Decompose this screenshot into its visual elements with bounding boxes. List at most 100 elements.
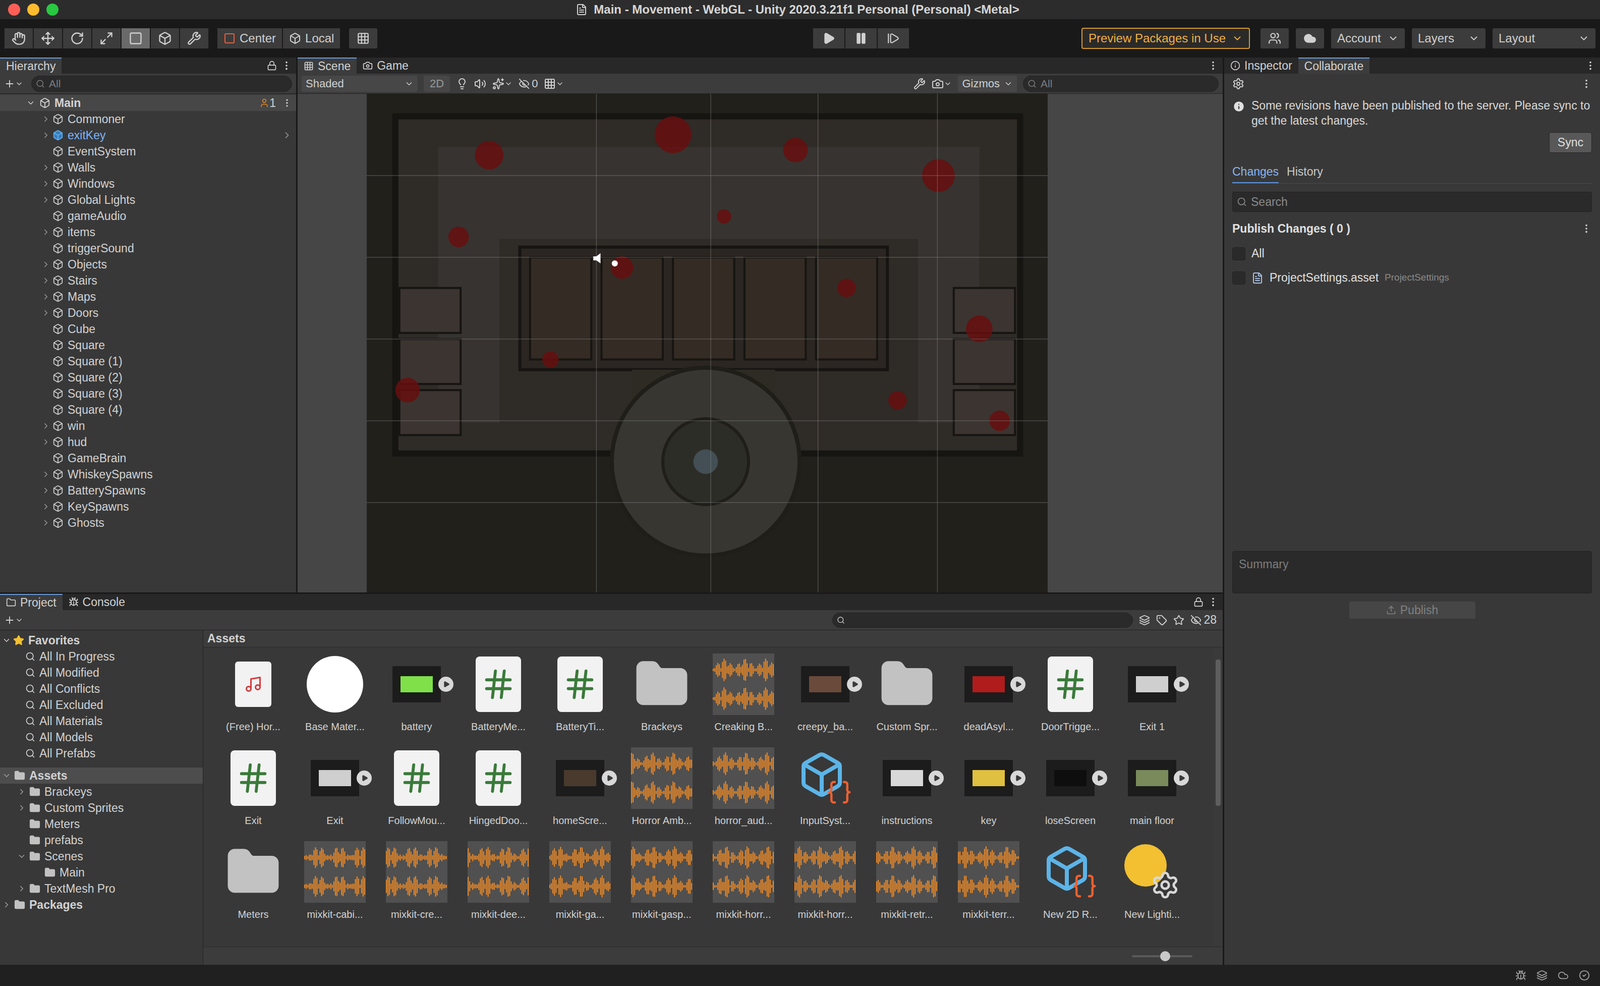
asset-item[interactable]: BatteryMe... bbox=[457, 653, 540, 748]
stack-icon[interactable] bbox=[1536, 969, 1548, 981]
asset-item[interactable]: FollowMou... bbox=[375, 747, 458, 841]
hierarchy-item[interactable]: Square bbox=[0, 336, 297, 354]
scene-menu-icon[interactable] bbox=[281, 97, 293, 108]
favorite-item[interactable]: All Prefabs bbox=[0, 745, 203, 762]
asset-item[interactable]: mixkit-dee... bbox=[457, 840, 540, 935]
asset-item[interactable]: creepy_ba... bbox=[784, 653, 867, 748]
scrollbar[interactable] bbox=[1213, 647, 1223, 947]
tools-icon[interactable] bbox=[913, 77, 926, 90]
hierarchy-item[interactable]: gameAudio bbox=[0, 207, 297, 224]
folder-row[interactable]: Assets bbox=[0, 767, 203, 784]
favorite-item[interactable]: All Conflicts bbox=[0, 680, 203, 697]
folder-row[interactable]: Brackeys bbox=[0, 783, 203, 800]
layers-dropdown[interactable]: Layers bbox=[1411, 27, 1487, 49]
asset-item[interactable]: homeScre... bbox=[539, 747, 621, 841]
asset-item[interactable]: main floor bbox=[1111, 747, 1193, 841]
favorite-item[interactable]: All In Progress bbox=[0, 648, 203, 665]
folder-row[interactable]: TextMesh Pro bbox=[0, 880, 203, 897]
asset-item[interactable]: HingedDoo... bbox=[457, 747, 540, 841]
panel-tab[interactable]: Hierarchy bbox=[0, 57, 62, 74]
asset-item[interactable]: deadAsyl... bbox=[947, 653, 1030, 748]
asset-item[interactable]: mixkit-gasp... bbox=[620, 840, 703, 935]
grid-snap-button[interactable] bbox=[348, 27, 378, 49]
change-row[interactable]: ProjectSettings.assetProjectSettings bbox=[1232, 265, 1592, 291]
favorite-item[interactable]: All Materials bbox=[0, 712, 203, 729]
summary-field[interactable]: Summary bbox=[1232, 550, 1592, 594]
change-row[interactable]: All bbox=[1232, 241, 1592, 266]
panel-tab[interactable]: Game bbox=[356, 57, 415, 74]
folder-row[interactable]: Main bbox=[0, 864, 203, 881]
asset-item[interactable]: Exit bbox=[294, 747, 376, 841]
scene-row[interactable]: Main1 bbox=[0, 94, 297, 111]
project-search[interactable] bbox=[832, 612, 1133, 628]
change-checkbox[interactable] bbox=[1232, 271, 1246, 285]
packages-button[interactable]: Preview Packages in Use bbox=[1081, 27, 1250, 49]
asset-item[interactable]: Exit bbox=[212, 747, 295, 841]
asset-item[interactable]: DoorTrigge... bbox=[1029, 653, 1112, 748]
asset-item[interactable]: mixkit-cre... bbox=[375, 840, 458, 935]
debug-icon[interactable] bbox=[1515, 969, 1527, 981]
hierarchy-item[interactable]: KeySpawns bbox=[0, 498, 297, 515]
layout-dropdown[interactable]: Layout bbox=[1492, 27, 1596, 49]
mode-2d-button[interactable]: 2D bbox=[423, 75, 450, 92]
panel-tab[interactable]: Scene bbox=[297, 57, 357, 74]
create-button[interactable] bbox=[4, 78, 24, 90]
open-prefab-icon[interactable] bbox=[281, 130, 293, 141]
panel-menu-icon[interactable] bbox=[1584, 60, 1596, 72]
camera-icon[interactable] bbox=[931, 77, 944, 90]
asset-item[interactable]: New 2D R... bbox=[1029, 840, 1112, 935]
expand-subassets-button[interactable] bbox=[356, 770, 372, 786]
zoom-button[interactable] bbox=[46, 3, 59, 16]
hierarchy-item[interactable]: exitKey bbox=[0, 127, 297, 144]
asset-item[interactable]: Creaking B... bbox=[702, 653, 785, 748]
asset-item[interactable]: mixkit-horr... bbox=[702, 840, 785, 935]
hierarchy-item[interactable]: Windows bbox=[0, 175, 297, 192]
custom-tool-button[interactable] bbox=[179, 27, 209, 49]
hand-tool-button[interactable] bbox=[4, 27, 34, 49]
hierarchy-item[interactable]: Square (1) bbox=[0, 353, 297, 370]
scene-viewport[interactable] bbox=[297, 93, 1223, 593]
icon-size-slider[interactable] bbox=[1131, 954, 1193, 957]
pause-button[interactable] bbox=[844, 27, 878, 49]
create-asset-button[interactable] bbox=[4, 614, 24, 626]
expand-subassets-button[interactable] bbox=[1173, 676, 1189, 692]
favorite-item[interactable]: All Models bbox=[0, 728, 203, 746]
collab-button[interactable] bbox=[1260, 27, 1290, 49]
favorite-item[interactable]: All Modified bbox=[0, 664, 203, 681]
asset-item[interactable]: New Lighti... bbox=[1111, 840, 1193, 935]
folder-row[interactable]: Custom Sprites bbox=[0, 799, 203, 816]
changes-search[interactable]: Search bbox=[1232, 191, 1592, 212]
favorite-icon[interactable] bbox=[1173, 614, 1185, 626]
hierarchy-item[interactable]: WhiskeySpawns bbox=[0, 466, 297, 483]
favorite-item[interactable]: All Excluded bbox=[0, 696, 203, 713]
expand-subassets-button[interactable] bbox=[1010, 770, 1026, 786]
grid-icon[interactable] bbox=[543, 77, 556, 90]
folder-row[interactable]: prefabs bbox=[0, 831, 203, 848]
minimize-button[interactable] bbox=[27, 3, 40, 16]
folder-row[interactable]: Packages bbox=[0, 896, 203, 913]
hierarchy-item[interactable]: Cube bbox=[0, 320, 297, 337]
hidden-objects[interactable]: 0 bbox=[518, 75, 538, 92]
filter-type-icon[interactable] bbox=[1138, 614, 1151, 626]
asset-item[interactable]: InputSyst... bbox=[784, 747, 867, 841]
scene-search[interactable]: All bbox=[1022, 75, 1219, 92]
panel-tab[interactable]: Collaborate bbox=[1298, 57, 1370, 74]
move-tool-button[interactable] bbox=[33, 27, 63, 49]
hierarchy-item[interactable]: Square (3) bbox=[0, 385, 297, 402]
asset-item[interactable]: mixkit-cabi... bbox=[294, 840, 376, 935]
collab-menu-icon[interactable] bbox=[1580, 78, 1592, 90]
expand-subassets-button[interactable] bbox=[928, 770, 944, 786]
asset-item[interactable]: Exit 1 bbox=[1111, 653, 1193, 748]
rect-tool-button[interactable] bbox=[121, 27, 151, 49]
asset-item[interactable]: Base Mater... bbox=[294, 653, 376, 748]
hierarchy-search[interactable]: All bbox=[31, 75, 293, 92]
hierarchy-item[interactable]: hud bbox=[0, 433, 297, 450]
asset-item[interactable]: loseScreen bbox=[1029, 747, 1112, 841]
light-icon[interactable] bbox=[611, 260, 618, 267]
asset-item[interactable]: horror_aud... bbox=[702, 747, 785, 841]
asset-item[interactable]: instructions bbox=[866, 747, 948, 841]
cloud-button[interactable] bbox=[1295, 27, 1325, 49]
pivot-button[interactable]: Center bbox=[216, 27, 283, 49]
hierarchy-item[interactable]: Global Lights bbox=[0, 191, 297, 208]
panel-menu-icon[interactable] bbox=[280, 60, 293, 72]
